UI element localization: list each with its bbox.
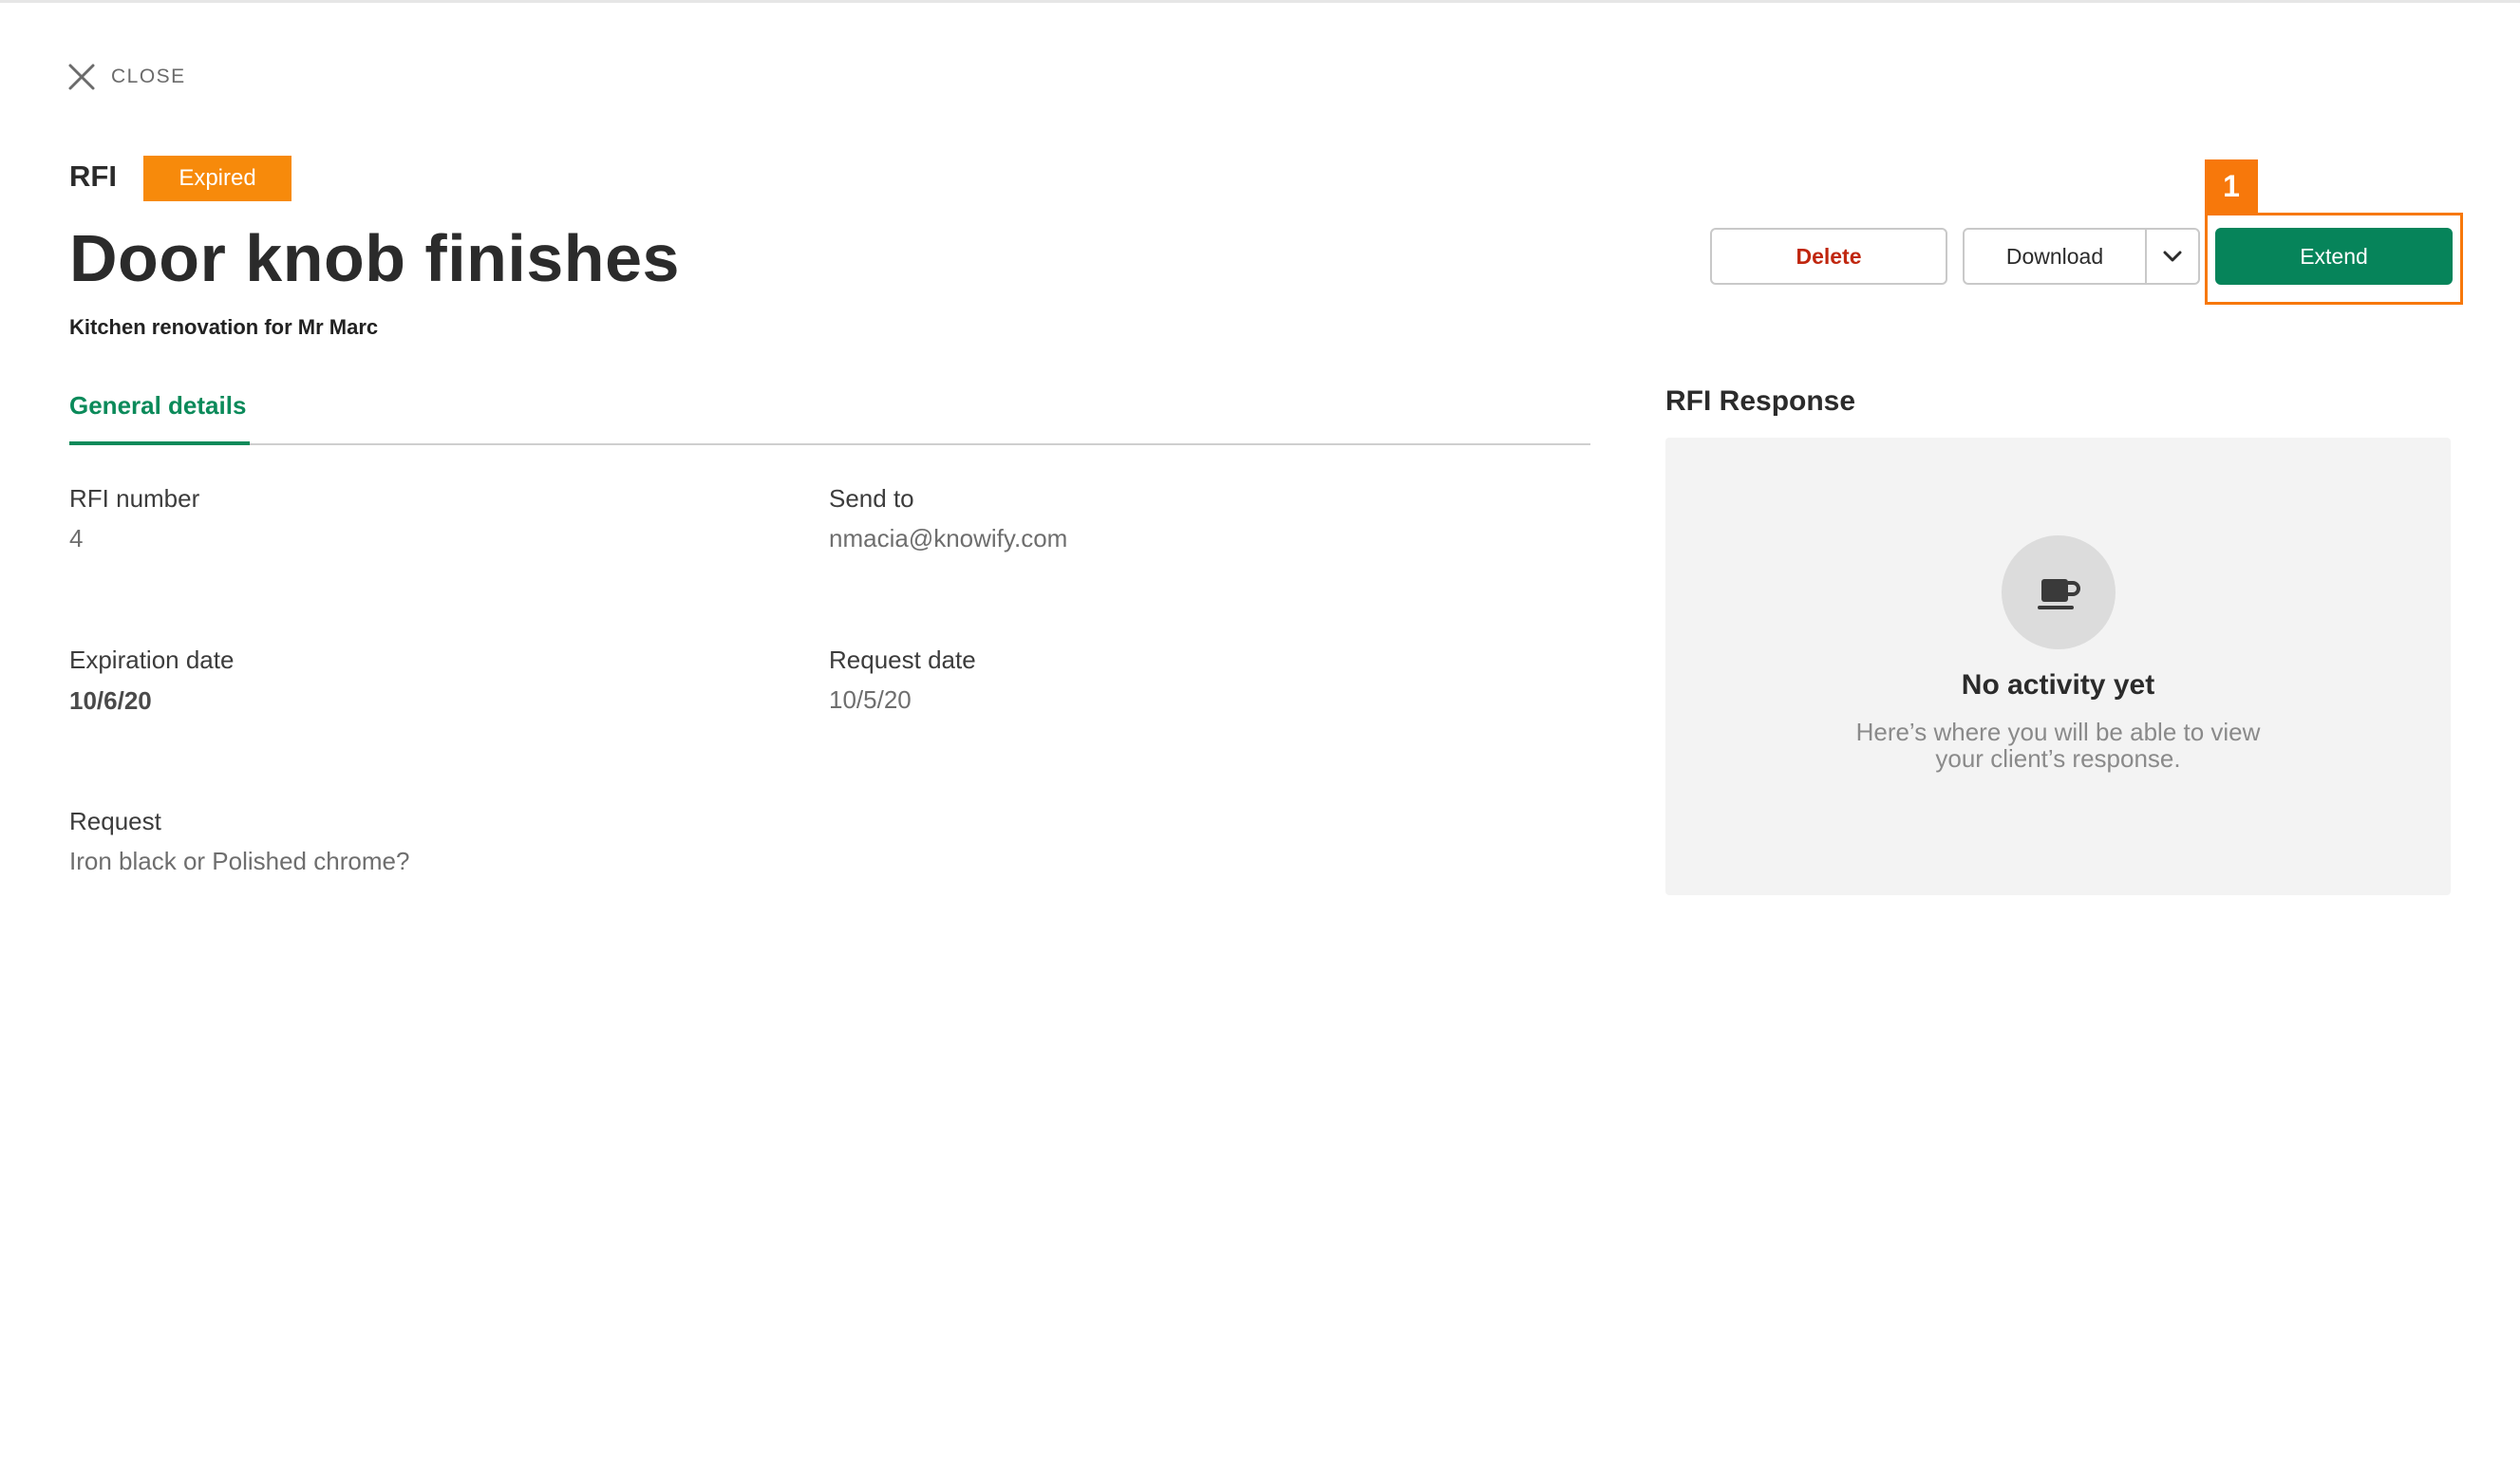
project-name: Kitchen renovation for Mr Marc <box>69 315 379 339</box>
send-to-label: Send to <box>829 484 914 513</box>
top-divider <box>0 0 2520 3</box>
request-date-label: Request date <box>829 646 976 674</box>
request-value: Iron black or Polished chrome? <box>69 847 410 875</box>
tab-general-details[interactable]: General details <box>69 391 246 421</box>
send-to-value: nmacia@knowify.com <box>829 524 1068 552</box>
delete-button[interactable]: Delete <box>1710 228 1947 285</box>
rfi-response-title: RFI Response <box>1665 385 1856 417</box>
tab-bar-divider <box>69 443 1590 445</box>
page-title: Door knob finishes <box>69 221 680 295</box>
rfi-number-label: RFI number <box>69 484 200 513</box>
close-label: CLOSE <box>111 66 186 87</box>
request-label: Request <box>69 807 161 835</box>
chevron-down-icon <box>2163 251 2182 262</box>
empty-state-text: Here’s where you will be able to view yo… <box>1855 718 2261 773</box>
rfi-response-panel: No activity yet Here’s where you will be… <box>1665 438 2451 895</box>
close-button[interactable]: CLOSE <box>67 63 186 91</box>
rfi-number-value: 4 <box>69 524 84 552</box>
annotation-highlight <box>2205 213 2463 305</box>
annotation-marker: 1 <box>2205 159 2258 213</box>
expiration-date-value: 10/6/20 <box>69 686 152 715</box>
download-split-button: Download <box>1963 228 2200 285</box>
download-options-toggle[interactable] <box>2145 230 2198 283</box>
status-badge: Expired <box>143 156 291 201</box>
request-date-value: 10/5/20 <box>829 685 912 714</box>
expiration-date-label: Expiration date <box>69 646 235 674</box>
document-type-label: RFI <box>69 159 117 193</box>
coffee-cup-icon <box>2002 535 2116 649</box>
download-button[interactable]: Download <box>1965 230 2145 283</box>
empty-state-title: No activity yet <box>1961 669 2155 701</box>
active-tab-indicator <box>69 441 250 445</box>
close-icon <box>68 64 95 90</box>
